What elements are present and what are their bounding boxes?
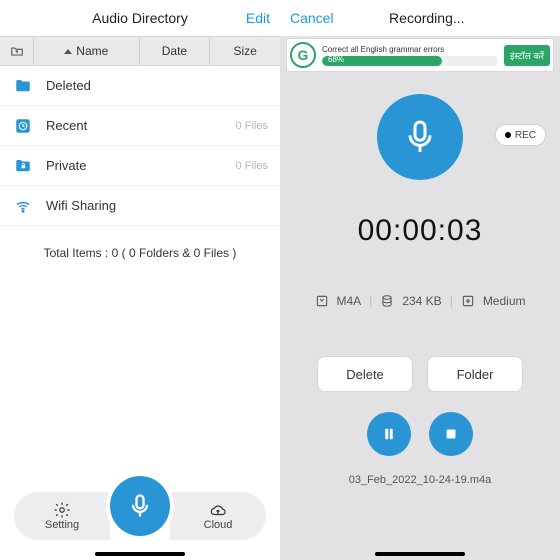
setting-label: Setting — [45, 519, 79, 531]
sort-asc-icon — [64, 49, 72, 54]
total-items-label: Total Items : 0 ( 0 Folders & 0 Files ) — [0, 246, 280, 260]
stop-button[interactable] — [429, 412, 473, 456]
list-item[interactable]: Wifi Sharing — [0, 186, 280, 226]
sort-date[interactable]: Date — [140, 37, 211, 65]
sort-bar: Name Date Size — [0, 36, 280, 66]
folder-name: Recent — [46, 118, 236, 133]
size-value: 234 KB — [402, 294, 441, 308]
ad-heading: Correct all English grammar errors — [322, 45, 498, 54]
quality-value: Medium — [483, 294, 526, 308]
list-item[interactable]: Recent 0 Files — [0, 106, 280, 146]
pause-icon — [380, 425, 398, 443]
gear-icon — [53, 501, 71, 519]
recording-mic-button[interactable] — [377, 94, 463, 180]
sort-size[interactable]: Size — [210, 37, 280, 65]
record-button[interactable] — [106, 482, 174, 550]
folder-name: Private — [46, 158, 236, 173]
rec-dot-icon — [505, 132, 511, 138]
clock-icon — [14, 117, 32, 135]
list-item[interactable]: Deleted — [0, 66, 280, 106]
folder-count: 0 Files — [236, 120, 268, 132]
sort-name-label: Name — [76, 44, 108, 58]
recording-pane: Cancel Recording... G Correct all Englis… — [280, 0, 560, 560]
mic-icon — [400, 117, 440, 157]
rec-label: REC — [515, 130, 536, 141]
bottom-dock: Setting Cloud — [14, 488, 266, 544]
setting-button[interactable]: Setting — [14, 492, 110, 540]
storage-icon — [380, 294, 394, 308]
mic-icon — [126, 492, 154, 520]
folder-count: 0 Files — [236, 160, 268, 172]
stop-icon — [442, 425, 460, 443]
quality-icon — [461, 294, 475, 308]
list-item[interactable]: Private 0 Files — [0, 146, 280, 186]
directory-pane: Audio Directory Edit Name Date Size Dele… — [0, 0, 280, 560]
home-indicator — [95, 552, 185, 556]
format-icon — [315, 294, 329, 308]
pause-button[interactable] — [367, 412, 411, 456]
folder-up-icon — [10, 44, 24, 58]
delete-button[interactable]: Delete — [317, 356, 413, 392]
folder-name: Wifi Sharing — [46, 198, 268, 213]
page-title: Audio Directory — [10, 10, 270, 26]
recording-area: REC 00:00:03 M4A | 234 KB | Medium Delet… — [280, 72, 560, 486]
right-header: Cancel Recording... — [280, 0, 560, 36]
edit-button[interactable]: Edit — [246, 10, 270, 26]
ad-banner[interactable]: G Correct all English grammar errors 68%… — [286, 38, 554, 72]
lock-folder-icon — [14, 157, 32, 175]
ad-progress: 68% — [322, 56, 498, 66]
folder-button[interactable]: Folder — [427, 356, 523, 392]
folder-list: Deleted Recent 0 Files Private 0 Files W… — [0, 66, 280, 226]
timer: 00:00:03 — [358, 214, 483, 248]
cloud-label: Cloud — [204, 519, 233, 531]
folder-up-button[interactable] — [0, 37, 34, 65]
home-indicator — [375, 552, 465, 556]
folder-icon — [14, 77, 32, 95]
rec-indicator: REC — [495, 124, 546, 146]
ad-body: Correct all English grammar errors 68% — [322, 45, 498, 66]
format-value: M4A — [337, 294, 362, 308]
ad-install-button[interactable]: इंस्टॉल करें — [504, 45, 550, 66]
filename-label: 03_Feb_2022_10-24-19.m4a — [349, 474, 492, 486]
folder-name: Deleted — [46, 78, 268, 93]
recording-meta: M4A | 234 KB | Medium — [315, 294, 526, 308]
left-header: Audio Directory Edit — [0, 0, 280, 36]
grammarly-icon: G — [290, 42, 316, 68]
cloud-button[interactable]: Cloud — [170, 492, 266, 540]
sort-name[interactable]: Name — [34, 37, 140, 65]
cloud-icon — [208, 501, 228, 519]
ad-pct: 68% — [328, 56, 344, 64]
wifi-icon — [14, 197, 32, 215]
recording-title: Recording... — [304, 10, 550, 26]
